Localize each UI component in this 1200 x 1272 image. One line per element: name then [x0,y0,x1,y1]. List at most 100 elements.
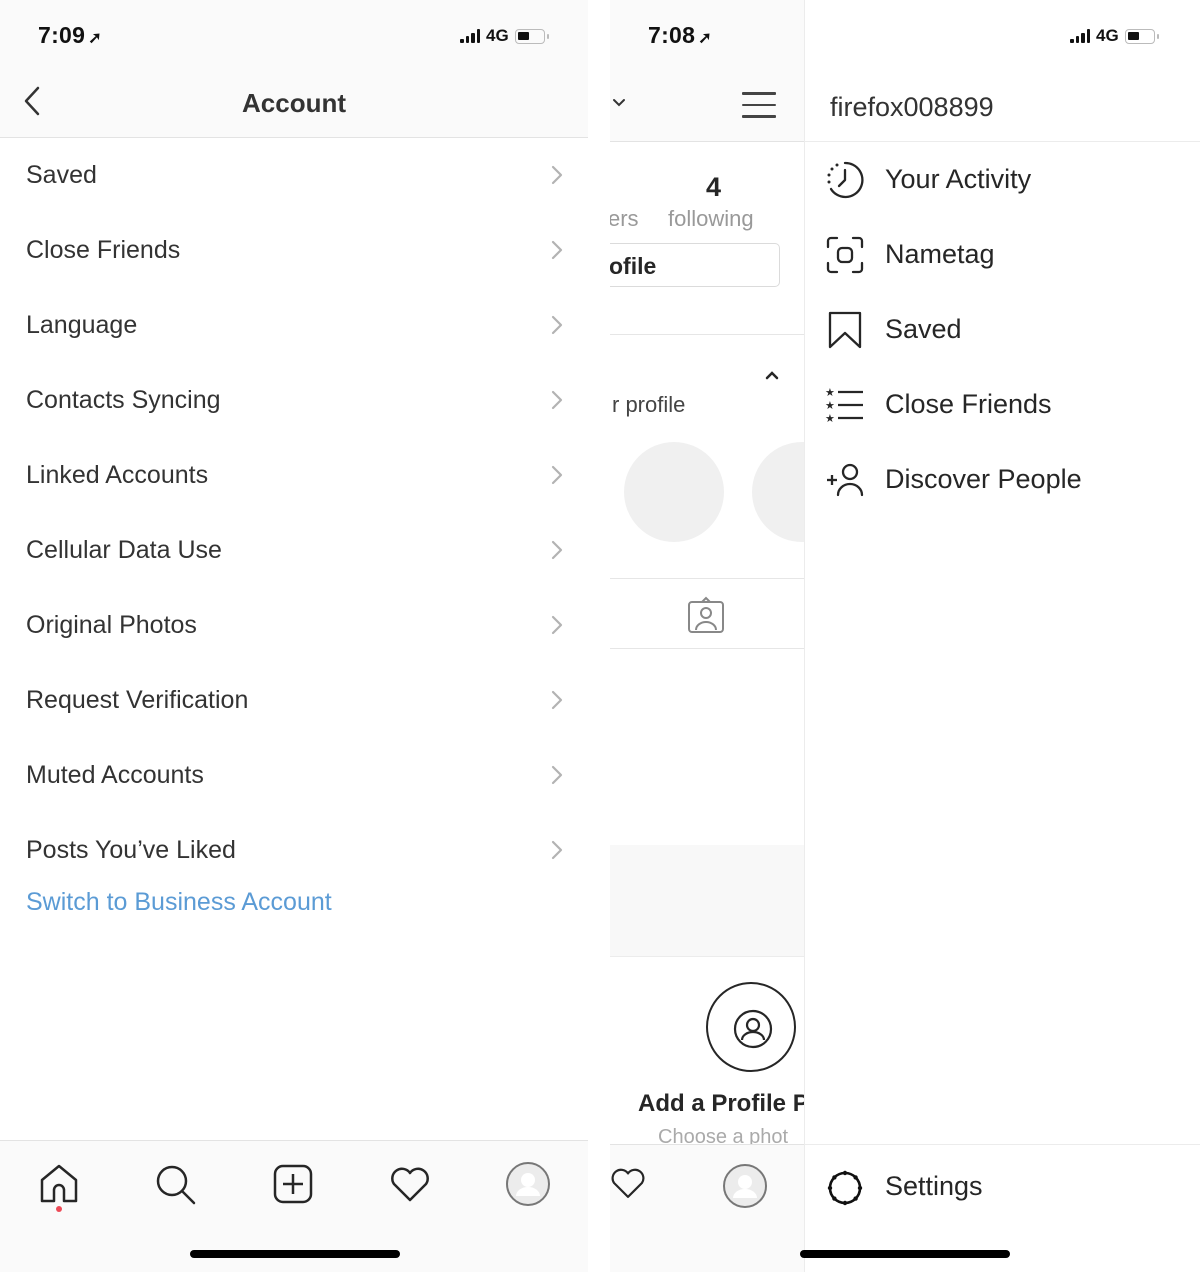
menu-item-label: Linked Accounts [26,461,209,489]
signal-icon [1070,29,1090,43]
bottom-tab-bar [0,1140,588,1272]
account-menu-list: Saved Close Friends Language Contacts Sy… [0,138,588,888]
menu-item-cellular-data-use[interactable]: Cellular Data Use [0,513,588,588]
chevron-right-icon [551,765,563,785]
status-time-text: 7:08 [648,22,696,48]
heart-icon[interactable] [610,1163,648,1203]
chevron-right-icon [551,315,563,335]
chevron-right-icon [551,390,563,410]
suggestion-placeholder [752,442,804,542]
heart-icon[interactable] [387,1161,433,1207]
battery-icon [1124,28,1159,44]
home-indicator [190,1250,400,1258]
bookmark-icon [828,311,862,349]
drawer-header: 4G firefox008899 [805,0,1200,142]
chevron-right-icon [551,840,563,860]
menu-item-label: Saved [26,161,97,189]
status-time-text: 7:09 [38,22,86,48]
home-indicator [800,1250,1010,1258]
drawer-item-nametag[interactable]: Nametag [805,217,1200,292]
network-type: 4G [486,26,509,45]
account-settings-screen: 7:09 ➚ 4G Account Saved Close Friends Lan… [0,0,588,1272]
search-icon[interactable] [152,1161,198,1207]
status-bar: 7:08 ➚ [610,0,804,70]
drawer-item-your-activity[interactable]: Your Activity [805,142,1200,217]
menu-item-label: Cellular Data Use [26,536,222,564]
menu-item-label: Request Verification [26,686,249,714]
edit-profile-label: ofile [610,253,657,279]
notification-dot [56,1206,62,1212]
signal-icon [460,29,480,43]
profile-avatar[interactable] [722,1163,768,1209]
drawer-item-label: Your Activity [885,164,1032,194]
menu-item-close-friends[interactable]: Close Friends [0,213,588,288]
svg-text:★: ★ [825,386,835,399]
menu-item-language[interactable]: Language [0,288,588,363]
add-person-icon [827,463,864,497]
svg-text:★: ★ [825,399,835,412]
drawer-item-label: Saved [885,314,962,344]
status-bar: 7:09 ➚ 4G [0,0,588,70]
battery-icon [514,28,549,44]
menu-item-original-photos[interactable]: Original Photos [0,588,588,663]
menu-item-muted-accounts[interactable]: Muted Accounts [0,738,588,813]
drawer-menu: Your Activity Nametag Saved ★ ★ ★ Close … [805,142,1200,517]
location-arrow-icon: ➚ [698,30,712,47]
menu-item-contacts-syncing[interactable]: Contacts Syncing [0,363,588,438]
chevron-right-icon [551,240,563,260]
profile-drawer-screen: 7:08 ➚ 4 ers following ofile r profile A… [610,0,1200,1272]
tagged-photos-icon[interactable] [686,596,726,636]
empty-grid-area [610,845,804,957]
chevron-up-icon[interactable] [764,370,780,380]
chevron-down-icon[interactable] [612,98,626,108]
profile-peek-panel: 7:08 ➚ 4 ers following ofile r profile A… [610,0,805,1272]
gear-icon [827,1170,863,1206]
discover-section-title: r profile [612,392,686,417]
drawer-item-saved[interactable]: Saved [805,292,1200,367]
chevron-right-icon [551,615,563,635]
switch-to-business-link[interactable]: Switch to Business Account [26,888,332,917]
add-profile-photo-button[interactable] [706,982,796,1072]
menu-item-label: Contacts Syncing [26,386,221,414]
location-arrow-icon: ➚ [88,30,102,47]
menu-icon[interactable] [742,92,776,122]
divider [610,334,804,335]
person-icon [733,1009,773,1049]
menu-item-request-verification[interactable]: Request Verification [0,663,588,738]
drawer-item-settings[interactable]: Settings [805,1163,1200,1213]
settings-label: Settings [885,1171,983,1201]
new-post-icon[interactable] [270,1161,316,1207]
home-icon[interactable] [36,1161,82,1207]
drawer-item-label: Nametag [885,239,995,269]
following-count[interactable]: 4 [706,172,721,203]
profile-avatar[interactable] [505,1161,551,1207]
menu-item-linked-accounts[interactable]: Linked Accounts [0,438,588,513]
drawer-item-discover-people[interactable]: Discover People [805,442,1200,517]
menu-item-label: Original Photos [26,611,197,639]
add-photo-title: Add a Profile P [638,1090,805,1117]
followers-label: ers [610,206,639,231]
side-drawer: 4G firefox008899 Your Activity Nametag S… [805,0,1200,1272]
chevron-right-icon [551,465,563,485]
chevron-right-icon [551,165,563,185]
menu-item-label: Posts You’ve Liked [26,836,236,864]
svg-text:★: ★ [825,412,835,425]
menu-item-posts-liked[interactable]: Posts You’ve Liked [0,813,588,888]
menu-item-saved[interactable]: Saved [0,138,588,213]
status-indicators: 4G [1070,26,1159,46]
drawer-item-label: Discover People [885,464,1082,494]
status-time: 7:09 ➚ [38,22,102,49]
divider [610,648,804,649]
page-title: Account [242,88,346,118]
bottom-tab-bar [610,1144,804,1272]
edit-profile-button[interactable]: ofile [610,243,780,287]
nav-header: Account [0,70,588,138]
suggestion-placeholder [624,442,724,542]
activity-icon [827,161,864,199]
username: firefox008899 [830,92,994,122]
menu-item-label: Language [26,311,138,339]
drawer-item-close-friends[interactable]: ★ ★ ★ Close Friends [805,367,1200,442]
close-friends-icon: ★ ★ ★ [825,386,863,425]
drawer-item-label: Close Friends [885,389,1052,419]
status-time: 7:08 ➚ [648,22,712,49]
